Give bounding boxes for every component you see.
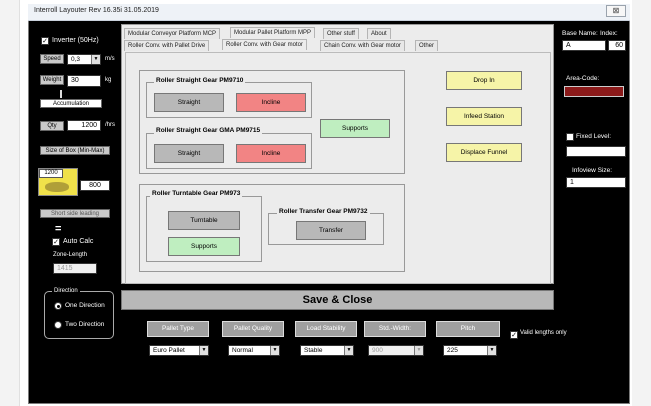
qty-input[interactable]: 1200 <box>67 120 101 131</box>
tab-other[interactable]: Other <box>415 40 439 51</box>
tab-about[interactable]: About <box>367 28 391 39</box>
chevron-down-icon: ▼ <box>487 346 496 355</box>
two-direction-label: Two Direction <box>65 321 105 328</box>
gma-incline-button[interactable]: Incline <box>236 144 306 163</box>
auto-calc-checkbox[interactable]: ✓ <box>52 238 60 246</box>
pallet-quality-header: Pallet Quality <box>222 321 284 337</box>
group-transfer-title: Roller Transfer Gear PM9732 <box>277 208 370 215</box>
pallet-type-value: Euro Pallet <box>153 347 185 354</box>
turntable-button[interactable]: Turntable <box>168 211 240 230</box>
speed-unit: m/s <box>105 56 115 62</box>
inverter-label: Inverter (50Hz) <box>52 37 99 44</box>
save-close-button[interactable]: Save & Close <box>121 290 554 310</box>
index-label: Index: <box>600 30 618 37</box>
chevron-down-icon: ▼ <box>414 346 423 355</box>
fixed-level-label: Fixed Level: <box>576 133 612 140</box>
chevron-down-icon: ▼ <box>91 55 100 64</box>
qty-label: Qty <box>40 121 64 131</box>
one-direction-label: One Direction <box>65 302 105 309</box>
valid-lengths-checkbox[interactable]: ✓ <box>510 331 518 339</box>
left-margin <box>0 0 20 406</box>
area-code-label: Area-Code: <box>566 75 600 82</box>
infeed-station-button[interactable]: Infeed Station <box>446 107 522 126</box>
zone-length-label: Zone-Length <box>53 252 88 258</box>
size-top-value[interactable]: 1200 <box>39 169 63 178</box>
pallet-quality-value: Normal <box>232 347 253 354</box>
load-stability-header: Load Stability <box>295 321 357 337</box>
pitch-header: Pitch <box>436 321 500 337</box>
fixed-level-input[interactable] <box>566 146 626 157</box>
std-width-header: Std.-Width: <box>364 321 426 337</box>
pallet-type-header: Pallet Type <box>147 321 209 337</box>
base-name-label: Base Name: <box>562 30 598 37</box>
pitch-select[interactable]: 225 ▼ <box>443 345 497 356</box>
base-name-input[interactable]: A <box>562 40 606 51</box>
two-direction-radio[interactable] <box>54 321 62 329</box>
pallet-quality-select[interactable]: Normal ▼ <box>228 345 280 356</box>
valid-lengths-label: Valid lengths only <box>520 330 567 336</box>
accumulation-button[interactable]: Accumulation <box>40 99 102 108</box>
pallet-type-select[interactable]: Euro Pallet ▼ <box>149 345 209 356</box>
zone-length-input[interactable]: 1415 <box>53 263 97 274</box>
turntable-supports-button[interactable]: Supports <box>168 237 240 256</box>
weight-label: Weight <box>40 75 64 85</box>
chevron-down-icon: ▼ <box>344 346 353 355</box>
supports-button[interactable]: Supports <box>320 119 390 138</box>
box-size-graphic: 1200 <box>38 168 78 196</box>
straight-button[interactable]: Straight <box>154 93 224 112</box>
speed-select[interactable]: 0,3 ▼ <box>67 54 101 65</box>
speed-label: Speed <box>40 54 64 64</box>
group-straight-title: Roller Straight Gear PM9710 <box>154 77 246 84</box>
transfer-button[interactable]: Transfer <box>296 221 366 240</box>
size-of-box-button[interactable]: Size of Box (Min-Max) <box>40 146 110 155</box>
direction-label: Direction <box>52 288 80 294</box>
infeed-size-input[interactable]: 1 <box>566 177 626 188</box>
tab-mcp[interactable]: Modular Conveyor Platform MCP <box>124 28 221 39</box>
tab-other-stuff[interactable]: Other stuff <box>323 28 359 39</box>
direction-group <box>44 291 114 339</box>
std-width-value: 900 <box>372 347 383 354</box>
gma-straight-button[interactable]: Straight <box>154 144 224 163</box>
window-title: Interroll Layouter Rev 16.35i 31.05.2019 <box>34 7 159 14</box>
tab-gear-motor[interactable]: Roller Conv. with Gear motor <box>222 39 307 50</box>
fixed-level-checkbox[interactable] <box>566 133 574 141</box>
displace-funnel-button[interactable]: Displace Funnel <box>446 143 522 162</box>
std-width-select[interactable]: 900 ▼ <box>368 345 424 356</box>
load-stability-select[interactable]: Stable ▼ <box>300 345 354 356</box>
weight-input[interactable]: 30 <box>67 75 101 87</box>
right-margin <box>632 0 651 406</box>
short-side-leading-button[interactable]: Short side leading <box>40 209 110 218</box>
tab-mpp[interactable]: Modular Pallet Platform MPP <box>230 27 316 38</box>
pitch-value: 225 <box>447 347 458 354</box>
weight-unit: kg <box>105 77 112 83</box>
group-turntable-title: Roller Turntable Gear PM973 <box>150 190 243 197</box>
close-button[interactable]: ⊠ <box>606 5 626 17</box>
incline-button[interactable]: Incline <box>236 93 306 112</box>
size-right-input[interactable]: 800 <box>80 180 110 191</box>
equals-icon: = <box>55 223 62 235</box>
box-graphic-icon <box>45 182 69 192</box>
group-gma-title: Roller Straight Gear GMA PM9715 <box>154 127 263 134</box>
load-stability-value: Stable <box>304 347 323 354</box>
area-code-swatch[interactable] <box>564 86 624 97</box>
chevron-down-icon: ▼ <box>199 346 208 355</box>
speed-value: 0,3 <box>71 56 81 63</box>
index-input[interactable]: 60 <box>608 40 626 51</box>
tab-pallet-drive[interactable]: Roller Conv. with Pallet Drive <box>124 40 210 51</box>
chevron-down-icon: ▼ <box>270 346 279 355</box>
tab-chain-conv[interactable]: Chain Conv. with Gear motor <box>320 40 405 51</box>
infeed-size-label: Infoview Size: <box>572 167 613 174</box>
qty-unit: /hrs <box>105 122 116 128</box>
connector-line <box>60 90 62 98</box>
one-direction-radio[interactable] <box>54 302 62 310</box>
auto-calc-label: Auto Calc <box>63 238 94 245</box>
inverter-checkbox[interactable]: ✓ <box>41 37 49 45</box>
drop-in-button[interactable]: Drop In <box>446 71 522 90</box>
